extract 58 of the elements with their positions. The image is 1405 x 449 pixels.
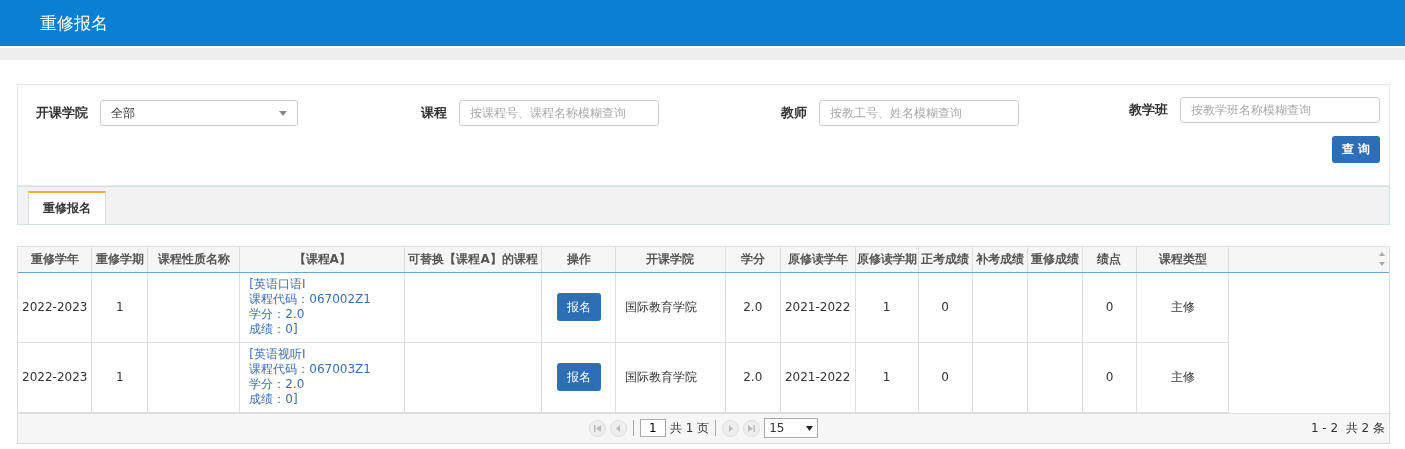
course-info[interactable]: [英语口语Ⅰ 课程代码：067002Z1 学分：2.0 成绩：0] <box>240 277 405 337</box>
column-header: 课程性质名称 <box>147 247 240 272</box>
enroll-button[interactable]: 报名 <box>556 293 601 321</box>
table-cell: 0 <box>941 300 949 314</box>
column-header: 开课学院 <box>615 247 726 272</box>
last-page-icon[interactable] <box>743 419 761 437</box>
column-header: 重修学期 <box>91 247 148 272</box>
page-title: 重修报名 <box>40 11 108 35</box>
previous-icon[interactable] <box>609 419 627 437</box>
table-cell: 0 <box>1105 370 1114 384</box>
column-header: 可替换【课程A】的课程 <box>404 247 542 272</box>
first-page-icon[interactable] <box>588 419 606 437</box>
column-header: 补考成绩 <box>972 247 1028 272</box>
search-field[interactable]: 按教学班名称模糊查询 <box>1179 97 1380 123</box>
table-cell: 1 <box>882 300 891 314</box>
column-header: 绩点 <box>1082 247 1137 272</box>
table-cell: 主修 <box>1170 369 1195 384</box>
table-cell: 1 <box>882 370 891 384</box>
tab[interactable]: 重修报名 <box>28 191 106 224</box>
table-cell: 0 <box>1105 300 1114 314</box>
filter-label: 教师 <box>780 104 808 122</box>
column-header: 重修学年 <box>18 247 92 272</box>
college-select[interactable]: 全部 <box>100 100 298 126</box>
table-cell: 国际教育学院 <box>624 299 697 314</box>
table-cell: 0 <box>941 370 949 384</box>
table-cell: 主修 <box>1170 299 1195 314</box>
table-cell: 2022-2023 <box>22 370 88 384</box>
next-icon[interactable] <box>722 419 740 437</box>
caret-icon <box>279 110 287 116</box>
table-cell: 2.0 <box>743 370 763 384</box>
course-info[interactable]: [英语视听Ⅰ 课程代码：067003Z1 学分：2.0 成绩：0] <box>240 347 405 407</box>
column-header: 操作 <box>541 247 616 272</box>
caret-icon <box>806 425 814 431</box>
page-size-select[interactable]: 15 <box>764 418 819 438</box>
enroll-button[interactable]: 报名 <box>556 363 601 391</box>
record-summary: 1 - 2 共 2 条 <box>1310 419 1385 437</box>
filter-label: 教学班 <box>1127 101 1168 119</box>
column-header: 【课程A】 <box>239 247 405 272</box>
filter-label: 开课学院 <box>35 104 88 122</box>
table-cell: 1 <box>116 370 124 384</box>
page-input[interactable]: 1 <box>639 419 666 437</box>
column-header: 原修读学期 <box>855 247 919 272</box>
column-header: 重修成绩 <box>1027 247 1083 272</box>
table-cell: 2021-2022 <box>784 370 851 384</box>
column-header: 正考成绩 <box>918 247 973 272</box>
search-field[interactable]: 按教工号、姓名模糊查询 <box>819 100 1020 126</box>
column-header: 学分 <box>725 247 781 272</box>
search-button[interactable]: 查 询 <box>1331 136 1380 163</box>
column-header: 课程类型 <box>1136 247 1229 272</box>
table-cell: 2.0 <box>743 300 763 314</box>
search-field[interactable]: 按课程号、课程名称模糊查询 <box>458 100 659 126</box>
filter-label: 课程 <box>419 104 447 122</box>
table-cell: 国际教育学院 <box>624 369 697 384</box>
table-cell: 2022-2023 <box>22 300 88 314</box>
page-count: 共 1 页 <box>669 419 710 437</box>
table-cell: 2021-2022 <box>784 300 851 314</box>
table-cell: 1 <box>116 300 124 314</box>
column-header: 原修读学年 <box>780 247 856 272</box>
